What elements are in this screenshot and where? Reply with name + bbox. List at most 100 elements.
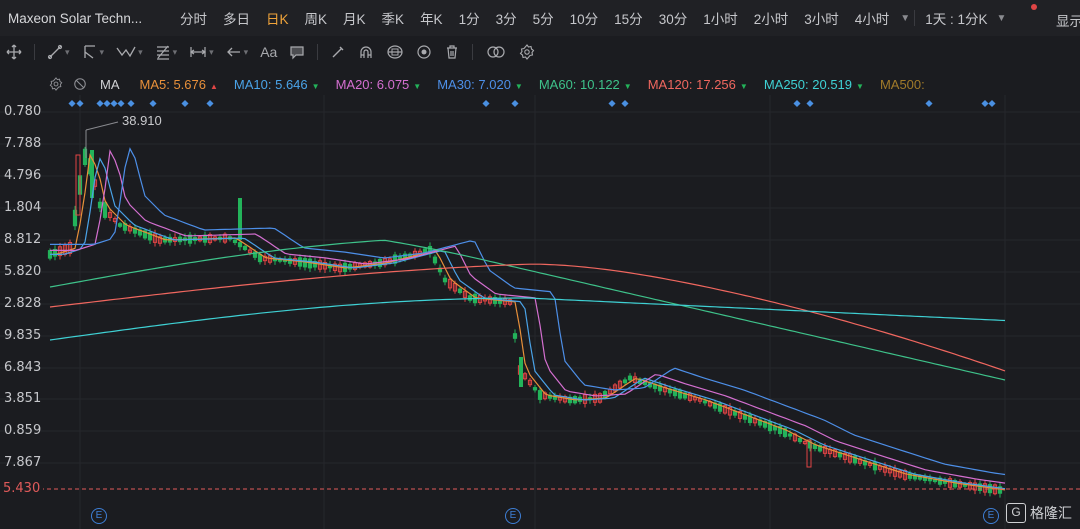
timeframe-tab[interactable]: 2小时 (746, 8, 797, 28)
price-tick-label: 4.796 (4, 168, 42, 183)
event-badge[interactable]: E (91, 508, 107, 524)
watermark: G 格隆汇 (1006, 503, 1072, 523)
event-marker-icon (981, 99, 989, 108)
ma-value: MA500: (880, 77, 925, 92)
timeframe-tab[interactable]: 30分 (651, 8, 696, 28)
ma-value-label: MA250: 20.519 (763, 76, 853, 92)
indicator-name[interactable]: MA (100, 77, 120, 92)
triangle-down-icon: ▼ (413, 81, 422, 91)
timeframe-tab[interactable]: 3分 (488, 8, 525, 28)
chevron-down-icon[interactable]: ▼ (900, 13, 910, 24)
timeframe-list: 分时 多日 日K 周K 月K 季K 年K 1分 3分 5分 10分 15分 30分 1小时 2小时 3小时 4小… (172, 8, 897, 28)
timeframe-tab[interactable]: 季K (374, 8, 413, 28)
candle-body (519, 357, 523, 387)
price-tick-label: 1.804 (4, 200, 42, 215)
triangle-down-icon: ▼ (514, 81, 523, 91)
timeframe-tab[interactable]: 月K (335, 8, 374, 28)
event-marker-icon (988, 99, 996, 108)
text-icon[interactable]: Aa (254, 36, 283, 68)
timeframe-tab[interactable]: 日K (258, 8, 297, 28)
timeframe-tab[interactable]: 4小时 (847, 8, 898, 28)
triangle-down-icon: ▼ (311, 81, 320, 91)
ray-icon[interactable]: ▾ (76, 36, 111, 68)
settings-icon[interactable] (513, 36, 541, 68)
chevron-down-icon[interactable]: ▼ (996, 13, 1006, 24)
ma-legend: MA MA5: 5.676 ▲ MA10: 5.646 ▼ MA20: 6.075 ▼ MA… (0, 73, 941, 95)
current-price-label: 5.430 (0, 481, 44, 496)
notification-dot (1031, 4, 1037, 10)
timeframe-tab[interactable]: 5分 (525, 8, 562, 28)
ma30-line (50, 147, 1006, 476)
ma-value-label: MA10: 5.646 (233, 76, 308, 92)
candlestick-chart[interactable]: 38.910 (0, 95, 1080, 529)
event-badge[interactable]: E (505, 508, 521, 524)
price-tick-label: 7.788 (4, 136, 42, 151)
ma120-line (49, 263, 1006, 372)
measure-icon[interactable]: ▾ (183, 36, 220, 68)
event-marker-icon (110, 99, 118, 108)
triangle-down-icon: ▼ (856, 81, 864, 91)
lock-icon[interactable] (380, 36, 410, 68)
price-tick-label: 9.835 (4, 328, 42, 343)
timeframe-tab[interactable]: 1小时 (695, 8, 746, 28)
period-combo[interactable]: 1天 : 1分K (919, 8, 993, 28)
candle-body (237, 242, 243, 248)
fib-icon[interactable]: ▾ (149, 36, 184, 68)
event-marker-icon (117, 99, 125, 108)
ma-value: MA10: 5.646 ▼ (234, 77, 320, 92)
event-marker-icon (482, 99, 490, 108)
timeframe-tab[interactable]: 分时 (172, 8, 215, 28)
show-menu[interactable]: 显示 (1056, 10, 1080, 30)
eye-icon[interactable] (410, 36, 438, 68)
timeframe-tab[interactable]: 10分 (562, 8, 607, 28)
ma-value-label: MA60: 10.122 (538, 76, 620, 92)
note-icon[interactable] (283, 36, 311, 68)
triangle-down-icon: ▼ (739, 81, 748, 91)
timeframe-bar: Maxeon Solar Techn... 分时 多日 日K 周K 月K 季K 年K 1分 3分… (0, 0, 1080, 36)
polyline-icon[interactable]: ▾ (110, 36, 149, 68)
price-tick-label: 6.843 (4, 360, 42, 375)
candle-body (238, 198, 242, 240)
link-icon[interactable] (479, 36, 513, 68)
ma-value-label: MA500: (879, 76, 925, 92)
divider (317, 44, 319, 60)
candle-body (532, 387, 538, 391)
arrow-icon[interactable]: ▾ (220, 36, 255, 68)
trash-icon[interactable] (438, 36, 466, 68)
ma-value-label: MA5: 5.676 (139, 76, 207, 92)
candle-body (677, 389, 683, 399)
timeframe-tab[interactable]: 多日 (215, 8, 258, 28)
watermark-logo-icon: G (1006, 503, 1026, 523)
triangle-up-icon: ▲ (210, 81, 218, 91)
timeframe-tab[interactable]: 周K (297, 8, 336, 28)
timeframe-tab[interactable]: 3小时 (796, 8, 847, 28)
candle-body (797, 437, 803, 443)
timeframe-tab[interactable]: 年K (412, 8, 451, 28)
candle-body (117, 223, 123, 227)
candle-body (307, 258, 313, 269)
event-badge[interactable]: E (983, 508, 999, 524)
crosshair-icon[interactable] (0, 36, 28, 68)
price-tick-label: 7.867 (4, 455, 42, 470)
indicator-visibility-icon[interactable] (72, 76, 88, 92)
ma-value: MA120: 17.256 ▼ (648, 77, 748, 92)
chart-canvas[interactable]: 38.910 (0, 95, 1080, 529)
event-marker-icon (96, 99, 104, 108)
magnet-icon[interactable] (352, 36, 380, 68)
timeframe-tab[interactable]: 15分 (606, 8, 651, 28)
ma-value: MA60: 10.122 ▼ (539, 77, 632, 92)
price-tick-label: 8.812 (4, 232, 42, 247)
pen-icon[interactable] (324, 36, 352, 68)
instrument-title[interactable]: Maxeon Solar Techn... (0, 11, 172, 26)
candle-body (232, 239, 238, 244)
price-tick-label: 0.780 (4, 104, 42, 119)
event-marker-icon (127, 99, 135, 108)
line-icon[interactable]: ▾ (41, 36, 76, 68)
event-marker-icon (76, 99, 84, 108)
price-tick-label: 3.851 (4, 391, 42, 406)
candle-body (102, 202, 108, 218)
timeframe-tab[interactable]: 1分 (451, 8, 488, 28)
indicator-settings-icon[interactable] (48, 76, 64, 92)
triangle-down-icon: ▼ (623, 81, 632, 91)
price-tick-label: 2.828 (4, 296, 42, 311)
